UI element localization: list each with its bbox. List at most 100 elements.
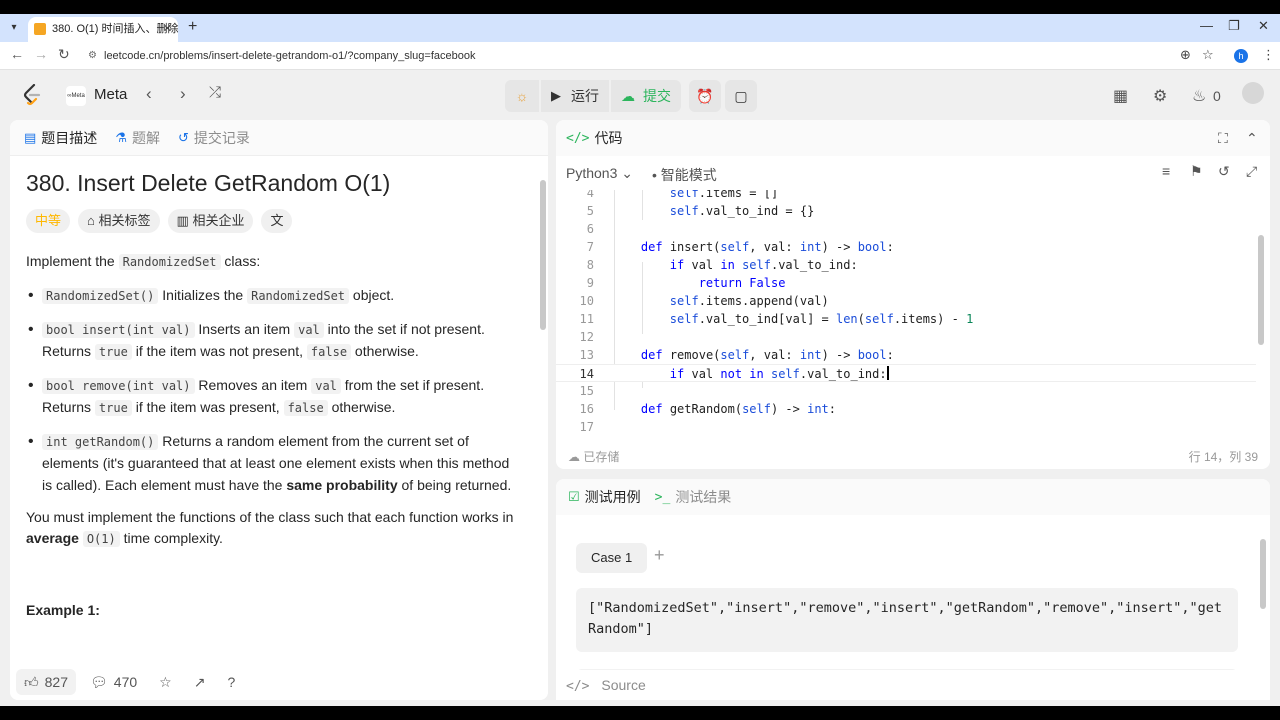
related-tags-button[interactable]: ⌂ 相关标签 xyxy=(78,209,160,233)
history-icon: ↺ xyxy=(177,129,189,145)
company-name[interactable]: Meta xyxy=(94,86,127,103)
comments-button[interactable]: 💬︎ 470 xyxy=(82,669,145,695)
code-line[interactable]: 9 return False xyxy=(556,274,1256,292)
tag-icon: ⌂ xyxy=(87,213,95,228)
code-header: </> 代码 xyxy=(556,120,1270,156)
zoom-icon[interactable]: ⊕ xyxy=(1180,47,1191,63)
tab-test-result[interactable]: >_ 测试结果 xyxy=(655,487,732,507)
expand-editor-icon[interactable]: ⤢ xyxy=(1246,163,1257,180)
code-text: self.items = [] xyxy=(669,190,779,200)
code-line[interactable]: 5 self.val_to_ind = {} xyxy=(556,202,1256,220)
submit-button[interactable]: ☁ 提交 xyxy=(611,80,681,112)
browser-menu-icon[interactable]: ⋮ xyxy=(1262,47,1275,63)
code-line[interactable]: 8 if val in self.val_to_ind: xyxy=(556,256,1256,274)
tab-submissions-label: 提交记录 xyxy=(193,129,250,146)
reset-icon[interactable]: ↺ xyxy=(1218,163,1230,180)
collapse-icon[interactable]: ⌃ xyxy=(1246,130,1258,147)
help-icon[interactable]: ? xyxy=(219,669,243,695)
problem-tabs: ▤ 题目描述 ⚗ 题解 ↺ 提交记录 xyxy=(10,120,548,156)
site-info-icon[interactable]: ⚙ xyxy=(88,45,97,67)
method-text: if the item was not present, xyxy=(131,343,307,359)
case-1-tab[interactable]: Case 1 xyxy=(576,543,648,573)
complexity-code: O(1) xyxy=(82,531,120,547)
minimize-icon[interactable]: — xyxy=(1200,18,1213,33)
debug-icon[interactable]: ☼ xyxy=(505,80,539,112)
code-editor[interactable]: 4 self.items = [] 5 self.val_to_ind = {} 6… xyxy=(556,190,1256,436)
code-line[interactable]: 7 def insert(self, val: int) -> bool: xyxy=(556,238,1256,256)
notes-icon[interactable]: ▢ xyxy=(725,80,757,112)
reload-icon[interactable]: ↻ xyxy=(58,46,70,63)
user-avatar[interactable] xyxy=(1242,82,1264,104)
bookmark-star-icon[interactable]: ☆ xyxy=(1202,47,1214,63)
code-line[interactable]: 15 xyxy=(556,382,1256,400)
run-button[interactable]: ▶ 运行 xyxy=(541,80,609,112)
tab-submissions[interactable]: ↺ 提交记录 xyxy=(178,128,250,148)
add-case-icon[interactable]: + xyxy=(654,545,665,566)
tab-solutions[interactable]: ⚗ 题解 xyxy=(115,128,160,148)
bookmark-icon[interactable]: ⚑ xyxy=(1190,163,1203,180)
language-label: Python3 xyxy=(566,165,618,181)
timer-icon[interactable]: ⏰ xyxy=(689,80,721,112)
tab-description[interactable]: ▤ 题目描述 xyxy=(24,128,97,148)
fullscreen-icon[interactable]: ⛶ xyxy=(1218,130,1228,147)
code-line[interactable]: 14 if val not in self.val_to_ind: xyxy=(556,364,1256,382)
streak-flame-icon[interactable]: ♨ xyxy=(1192,86,1206,106)
code-text: return False xyxy=(698,276,786,290)
format-icon[interactable]: ≡ xyxy=(1162,163,1170,179)
translate-button[interactable]: 文 xyxy=(261,209,293,233)
code-line[interactable]: 12 xyxy=(556,328,1256,346)
line-number: 10 xyxy=(579,294,594,308)
tab-search-icon[interactable]: ▾ xyxy=(6,20,22,36)
intro-text: Implement the RandomizedSet class: xyxy=(26,251,516,273)
cursor-position: 行 14，列 39 xyxy=(1188,450,1258,464)
prev-problem-icon[interactable]: ‹ xyxy=(146,84,152,104)
description-scrollbar[interactable] xyxy=(540,180,546,330)
next-problem-icon[interactable]: › xyxy=(180,84,186,104)
code-line[interactable]: 10 self.items.append(val) xyxy=(556,292,1256,310)
smart-mode-toggle[interactable]: • 智能模式 xyxy=(652,165,717,185)
problem-panel: ▤ 题目描述 ⚗ 题解 ↺ 提交记录 380. Insert Delete Ge… xyxy=(10,120,548,700)
close-tab-icon[interactable]: ✕ xyxy=(163,17,172,42)
code-line[interactable]: 6 xyxy=(556,220,1256,238)
upload-cloud-icon: ☁ xyxy=(621,87,635,104)
code-brackets-icon: </> xyxy=(566,679,590,694)
line-number: 6 xyxy=(586,222,594,236)
address-bar[interactable]: ⚙ leetcode.cn/problems/insert-delete-get… xyxy=(80,45,1220,67)
related-companies-button[interactable]: ▥ 相关企业 xyxy=(167,209,254,233)
method-code: RandomizedSet() xyxy=(42,288,159,304)
source-label[interactable]: Source xyxy=(601,677,645,693)
test-scrollbar[interactable] xyxy=(1260,539,1266,609)
code-scrollbar[interactable] xyxy=(1258,235,1264,345)
profile-avatar[interactable]: h xyxy=(1234,49,1248,63)
browser-tab[interactable]: 380. O(1) 时间插入、删除和获 ✕ xyxy=(28,17,178,42)
leetcode-logo-icon[interactable] xyxy=(22,84,42,106)
close-window-icon[interactable]: ✕ xyxy=(1258,18,1269,34)
points-count: 0 xyxy=(1213,88,1221,104)
text-caret xyxy=(886,366,889,380)
testcase-input[interactable]: ["RandomizedSet","insert","remove","inse… xyxy=(576,588,1238,652)
screen: ▾ 380. O(1) 时间插入、删除和获 ✕ + — ❐ ✕ ← → ↻ ⚙ … xyxy=(0,14,1280,706)
code-line[interactable]: 16 def getRandom(self) -> int: xyxy=(556,400,1256,418)
code-line[interactable]: 13 def remove(self, val: int) -> bool: xyxy=(556,346,1256,364)
like-button[interactable]: 👍︎ 827 xyxy=(16,669,76,695)
language-select[interactable]: Python3 ⌄ xyxy=(566,165,633,182)
code-line[interactable]: 11 self.val_to_ind[val] = len(self.items… xyxy=(556,310,1256,328)
line-number: 8 xyxy=(586,258,594,272)
run-label: 运行 xyxy=(571,88,599,104)
tab-testcase[interactable]: ☑ 测试用例 xyxy=(568,487,641,507)
favorite-star-icon[interactable]: ☆ xyxy=(151,669,180,695)
line-number: 5 xyxy=(586,204,594,218)
code-line[interactable]: 4 self.items = [] xyxy=(556,190,1256,202)
shuffle-icon[interactable]: ⤮ xyxy=(209,84,221,101)
example-heading: Example 1: xyxy=(26,602,100,618)
forward-icon[interactable]: → xyxy=(34,46,48,62)
complexity-post: time complexity. xyxy=(119,530,223,546)
layout-icon[interactable]: ▦ xyxy=(1113,86,1128,106)
new-tab-icon[interactable]: + xyxy=(188,18,197,36)
back-icon[interactable]: ← xyxy=(10,46,24,62)
restore-icon[interactable]: ❐ xyxy=(1228,18,1240,34)
settings-gear-icon[interactable]: ⚙ xyxy=(1153,86,1167,106)
code-line[interactable]: 17 xyxy=(556,418,1256,436)
test-tabs: ☑ 测试用例 >_ 测试结果 xyxy=(556,479,1270,515)
share-icon[interactable]: ↗ xyxy=(186,669,214,695)
